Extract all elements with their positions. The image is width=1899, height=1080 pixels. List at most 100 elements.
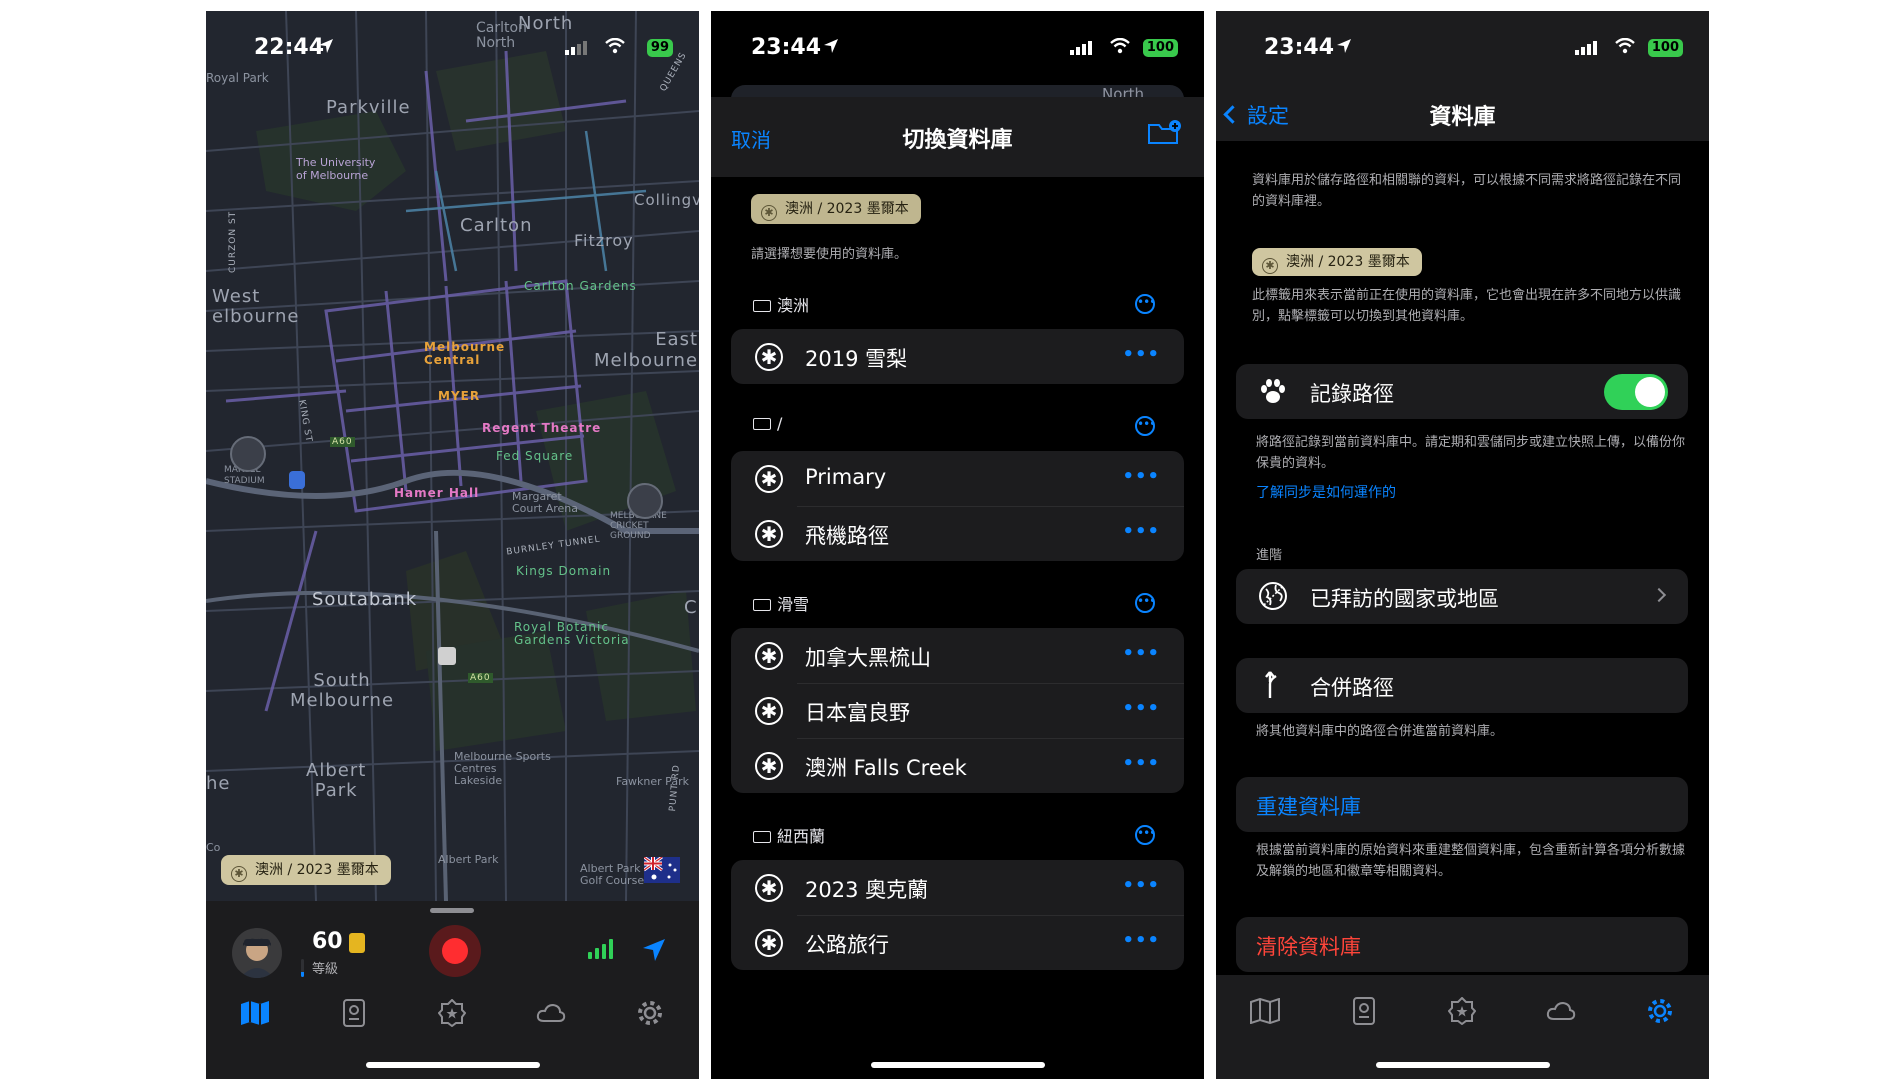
visited-countries-label: 已拜訪的國家或地區	[1310, 587, 1499, 611]
current-database-chip[interactable]: ✱ 澳洲 / 2023 墨爾本	[751, 194, 921, 224]
database-icon: ✱	[755, 520, 783, 548]
poi-fed-square[interactable]: Fed Square	[496, 449, 573, 463]
tab-cloud[interactable]	[529, 993, 573, 1033]
more-icon[interactable]: •••	[1122, 466, 1160, 487]
tab-settings[interactable]	[628, 993, 672, 1033]
gear-icon	[1647, 999, 1672, 1023]
more-icon[interactable]: •••	[1122, 521, 1160, 542]
map-label-east-melbourne: East Melbourne	[594, 329, 699, 371]
australia-flag-icon[interactable]	[644, 857, 680, 883]
sync-help-link[interactable]: 了解同步是如何運作的	[1256, 482, 1396, 502]
tab-cloud[interactable]	[1539, 991, 1583, 1031]
add-folder-icon[interactable]	[1147, 119, 1181, 147]
database-row[interactable]: ✱ 澳洲 Falls Creek •••	[731, 738, 1184, 793]
poi-myer[interactable]: MYER	[438, 389, 480, 403]
database-group: ✱ 2023 奧克蘭 ••• ✱ 公路旅行 •••	[731, 860, 1184, 970]
home-indicator[interactable]	[366, 1062, 540, 1068]
database-group: ✱ 2019 雪梨 •••	[731, 329, 1184, 384]
section-header-root: /	[753, 414, 782, 433]
rebuild-database-button[interactable]: 重建資料庫	[1256, 791, 1361, 821]
home-indicator[interactable]	[1376, 1062, 1550, 1068]
home-indicator[interactable]	[871, 1062, 1045, 1068]
more-icon[interactable]: •••	[1122, 875, 1160, 896]
map-view[interactable]: North Carlton North Royal Park Parkville…	[206, 11, 699, 901]
database-row[interactable]: ✱ Primary •••	[731, 451, 1184, 506]
database-row[interactable]: ✱ 公路旅行 •••	[731, 915, 1184, 970]
clear-database-button[interactable]: 清除資料庫	[1256, 931, 1361, 961]
map-screen: North Carlton North Royal Park Parkville…	[206, 11, 699, 1079]
merge-paths-label: 合併路徑	[1310, 676, 1394, 700]
location-arrow-button-icon[interactable]	[642, 938, 666, 962]
database-chip[interactable]: ✱ 澳洲 / 2023 墨爾本	[1252, 248, 1422, 276]
gear-icon	[637, 1001, 662, 1025]
section-more-button[interactable]: •••	[1135, 593, 1156, 613]
wifi-icon	[1615, 38, 1635, 54]
avatar[interactable]	[232, 928, 282, 978]
map-label-carlton-gardens: Carlton Gardens	[524, 279, 637, 293]
tab-map[interactable]	[233, 993, 277, 1033]
tab-journal[interactable]	[1342, 991, 1386, 1031]
sheet-handle[interactable]	[430, 908, 474, 913]
section-more-button[interactable]: •••	[1135, 825, 1156, 845]
poi-melbourne-central[interactable]: Melbourne Central	[424, 341, 505, 367]
status-bar: 22:44 99	[206, 11, 699, 79]
database-row[interactable]: ✱ 飛機路徑 •••	[731, 506, 1184, 561]
database-icon: ✱	[761, 205, 777, 221]
poi-hamer-hall[interactable]: Hamer Hall	[394, 486, 479, 500]
map-streets	[206, 11, 699, 901]
location-arrow-icon	[319, 39, 333, 53]
status-time: 23:44	[751, 35, 822, 60]
more-icon[interactable]: •••	[1122, 753, 1160, 774]
location-arrow-icon	[824, 39, 838, 53]
rebuild-database-row[interactable]: 重建資料庫	[1236, 777, 1688, 832]
tab-bar	[1216, 991, 1709, 1031]
merge-description: 將其他資料庫中的路徑合併進當前資料庫。	[1256, 724, 1504, 739]
rebuild-description: 根據當前資料庫的原始資料來重建整個資料庫，包含重新計算各項分析數據及解鎖的地區和…	[1256, 843, 1686, 879]
tab-map[interactable]	[1243, 991, 1287, 1031]
more-icon[interactable]: •••	[1122, 643, 1160, 664]
location-arrow-icon	[1337, 39, 1351, 53]
record-path-toggle[interactable]	[1604, 374, 1668, 410]
more-icon[interactable]: •••	[1122, 930, 1160, 951]
record-path-label: 記錄路徑	[1310, 382, 1394, 406]
level-value: 60	[312, 929, 343, 954]
wifi-icon	[1110, 38, 1130, 54]
database-settings-screen: 23:44 100 設定 資料庫 資料庫用於儲存路徑和相關聯的資料，可以根據不同…	[1216, 11, 1709, 1079]
visited-countries-row[interactable]: 已拜訪的國家或地區	[1236, 569, 1688, 624]
shrine-icon	[438, 647, 456, 665]
map-label-edge-he: he	[206, 773, 231, 794]
more-icon[interactable]: •••	[1122, 344, 1160, 365]
tab-achievements[interactable]	[1440, 991, 1484, 1031]
poi-regent-theatre[interactable]: Regent Theatre	[482, 421, 601, 435]
page-title: 切換資料庫	[902, 128, 1013, 153]
section-more-button[interactable]: •••	[1135, 294, 1156, 314]
cloud-icon	[536, 1003, 566, 1022]
record-button[interactable]	[429, 925, 481, 977]
battery-indicator: 99	[646, 39, 673, 57]
more-icon[interactable]: •••	[1122, 698, 1160, 719]
database-row[interactable]: ✱ 2019 雪梨 •••	[731, 329, 1184, 384]
database-row[interactable]: ✱ 日本富良野 •••	[731, 683, 1184, 738]
tab-achievements[interactable]	[430, 993, 474, 1033]
database-icon: ✱	[755, 874, 783, 902]
clear-database-row[interactable]: 清除資料庫	[1236, 917, 1688, 972]
map-label-south-melbourne: South Melbourne	[290, 670, 395, 711]
section-more-button[interactable]: •••	[1135, 416, 1156, 436]
intro-text: 資料庫用於儲存路徑和相關聯的資料，可以根據不同需求將路徑記錄在不同的資料庫裡。	[1252, 173, 1682, 209]
select-hint: 請選擇想要使用的資料庫。	[751, 247, 908, 262]
road-shield-a60-south: A60	[468, 673, 493, 683]
database-icon: ✱	[755, 642, 783, 670]
cellular-signal-icon	[1575, 41, 1597, 55]
gps-signal-icon[interactable]	[588, 939, 614, 959]
tab-journal[interactable]	[332, 993, 376, 1033]
globe-icon	[1259, 582, 1287, 610]
merge-arrow-icon	[1265, 671, 1277, 698]
tab-settings[interactable]	[1638, 991, 1682, 1031]
database-chip[interactable]: ✱ 澳洲 / 2023 墨爾本	[221, 855, 391, 885]
map-label-university: The University of Melbourne	[296, 156, 376, 182]
database-row[interactable]: ✱ 2023 奧克蘭 •••	[731, 860, 1184, 915]
badge-icon	[1448, 997, 1477, 1025]
database-group: ✱ 加拿大黑梳山 ••• ✱ 日本富良野 ••• ✱ 澳洲 Falls Creek •••	[731, 628, 1184, 793]
merge-paths-row[interactable]: 合併路徑	[1236, 658, 1688, 713]
database-row[interactable]: ✱ 加拿大黑梳山 •••	[731, 628, 1184, 683]
